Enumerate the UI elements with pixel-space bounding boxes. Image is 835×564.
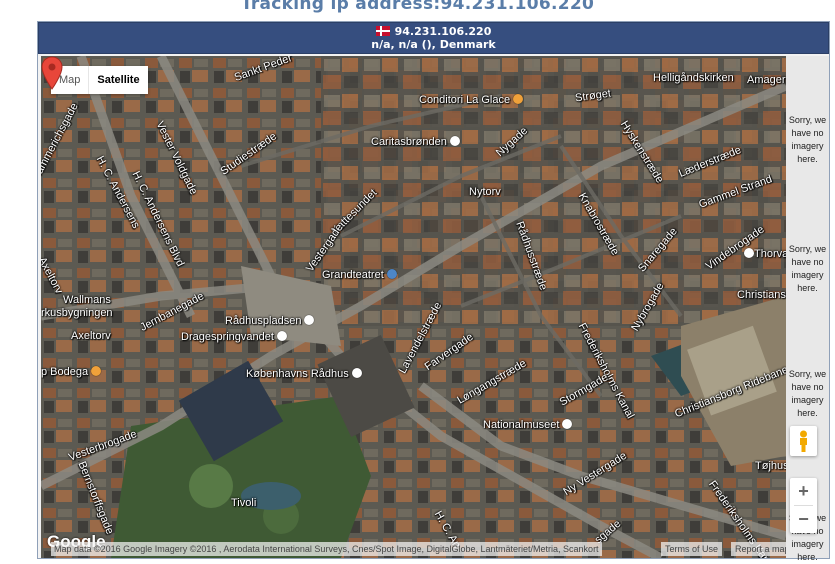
no-imagery-notice: Sorry, we have no imagery here.	[788, 369, 827, 418]
zoom-control: + −	[790, 478, 817, 533]
poi-label: Nationalmuseet	[483, 419, 573, 431]
map-attribution: Map data ©2016 Google Imagery ©2016 , Ae…	[51, 542, 786, 556]
ip-location: n/a, n/a (), Denmark	[371, 38, 496, 51]
zoom-in-button[interactable]: +	[790, 478, 817, 505]
terms-link[interactable]: Terms of Use	[661, 542, 723, 556]
poi-label: Dragespringvandet	[181, 331, 287, 343]
tracking-panel: 94.231.106.220 n/a, n/a (), Denmark Map …	[37, 21, 830, 562]
poi-label: Grandteatret	[322, 269, 397, 281]
poi-label: Thorval	[741, 248, 786, 260]
fountain-icon	[276, 331, 287, 341]
cafe-icon	[513, 94, 524, 104]
zoom-out-button[interactable]: −	[790, 506, 817, 533]
poi-label: Caritasbrønden	[371, 136, 460, 148]
ip-header: 94.231.106.220 n/a, n/a (), Denmark	[38, 22, 829, 54]
museum-icon	[562, 419, 573, 429]
satellite-map[interactable]: Map Satellite Vester Voldgade Sankt Pede…	[41, 56, 786, 558]
pegman-icon	[800, 430, 807, 452]
satellite-view-button[interactable]: Satellite	[88, 66, 147, 94]
denmark-flag-icon	[375, 26, 390, 36]
satellite-imagery	[41, 56, 786, 558]
location-pin-icon[interactable]	[41, 56, 63, 90]
landmark-icon	[449, 136, 460, 146]
poi-label: Københavns Rådhus	[246, 368, 362, 380]
poi-label: Helligåndskirken	[653, 72, 734, 84]
poi-label: Christians	[737, 289, 786, 301]
map-type-control: Map Satellite	[51, 66, 148, 94]
poi-label: p Bodega	[41, 366, 102, 378]
poi-label: Rådhuspladsen	[225, 315, 315, 327]
no-imagery-notice: Sorry, we have no imagery here.	[788, 244, 827, 293]
theater-icon	[386, 269, 397, 279]
poi-label: Wallmans	[63, 294, 111, 306]
page-title: Tracking ip address:94.231.106.220	[240, 0, 595, 14]
poi-label: Tøjhus	[755, 460, 786, 472]
no-imagery-notice: Sorry, we have no imagery here.	[788, 115, 827, 164]
attribution-text: Map data ©2016 Google Imagery ©2016 , Ae…	[51, 542, 602, 556]
poi-label: Amager	[747, 74, 786, 86]
ip-address: 94.231.106.220	[394, 25, 492, 38]
landmark-icon	[351, 368, 362, 378]
report-error-link[interactable]: Report a map error	[731, 542, 786, 556]
poi-label: rkusbygningen	[41, 307, 113, 319]
landmark-icon	[744, 248, 754, 258]
poi-label: Conditori La Glace	[419, 94, 524, 106]
poi-label: Nytorv	[469, 186, 501, 198]
restaurant-icon	[91, 366, 102, 376]
street-view-pegman-button[interactable]	[790, 426, 817, 456]
poi-label: Axeltorv	[71, 330, 111, 342]
square-icon	[304, 315, 315, 325]
poi-label: Tivoli	[231, 497, 257, 509]
